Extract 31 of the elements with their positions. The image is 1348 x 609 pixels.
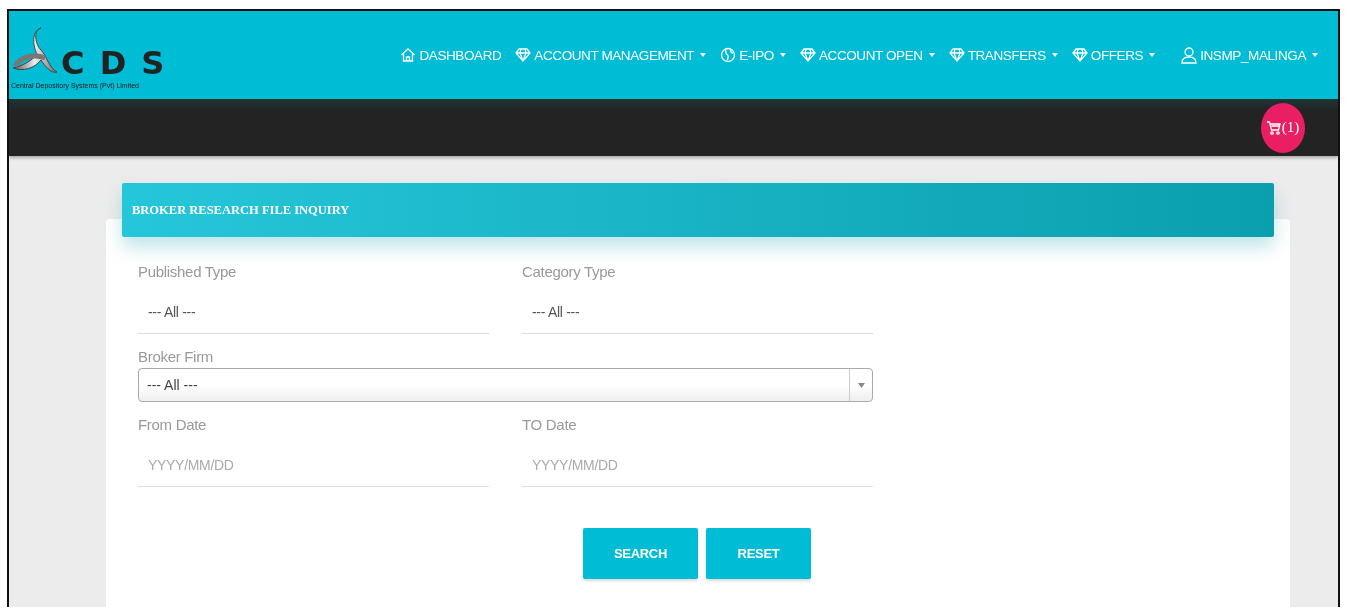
field-label: From Date — [138, 416, 208, 434]
search-button[interactable]: SEARCH — [583, 528, 698, 579]
globe-icon — [720, 47, 737, 63]
diamond-icon — [948, 48, 965, 62]
panel-header: BROKER RESEARCH FILE INQUIRY — [122, 183, 1274, 237]
nav-menu-item[interactable]: ACCOUNT OPEN — [799, 47, 935, 63]
nav-menu-item[interactable]: DASHBOARD — [400, 47, 502, 63]
logo-text: C D S — [61, 43, 167, 82]
user-icon — [1181, 46, 1198, 64]
select-field[interactable]: --- All --- — [138, 291, 489, 334]
nav-menu-item[interactable]: ACCOUNT MANAGEMENT — [515, 47, 707, 63]
cart-icon — [1266, 120, 1281, 135]
caret-icon — [857, 382, 865, 388]
field-label: Published Type — [138, 263, 238, 281]
nav-menu-item[interactable]: TRANSFERS — [948, 47, 1058, 63]
field-label: Broker Firm — [138, 348, 215, 366]
field-label: Category Type — [522, 263, 617, 281]
diamond-icon — [1071, 48, 1088, 62]
diamond-icon — [799, 48, 816, 62]
diamond-icon — [515, 48, 532, 62]
date-field[interactable]: YYYY/MM/DD — [522, 444, 873, 487]
cart-button[interactable]: (1) — [1261, 102, 1305, 153]
date-field[interactable]: YYYY/MM/DD — [138, 444, 489, 487]
field-label: TO Date — [522, 416, 578, 434]
nav-menu-item[interactable]: E-IPO — [720, 47, 786, 63]
select-field[interactable]: --- All --- — [522, 291, 873, 334]
nav-menu-item[interactable]: OFFERS — [1071, 47, 1156, 63]
nav-menu-item[interactable]: INSMP_MALINGA — [1181, 46, 1318, 64]
home-icon — [400, 47, 417, 63]
select-field[interactable]: --- All --- — [138, 368, 873, 402]
reset-button[interactable]: RESET — [706, 528, 811, 579]
